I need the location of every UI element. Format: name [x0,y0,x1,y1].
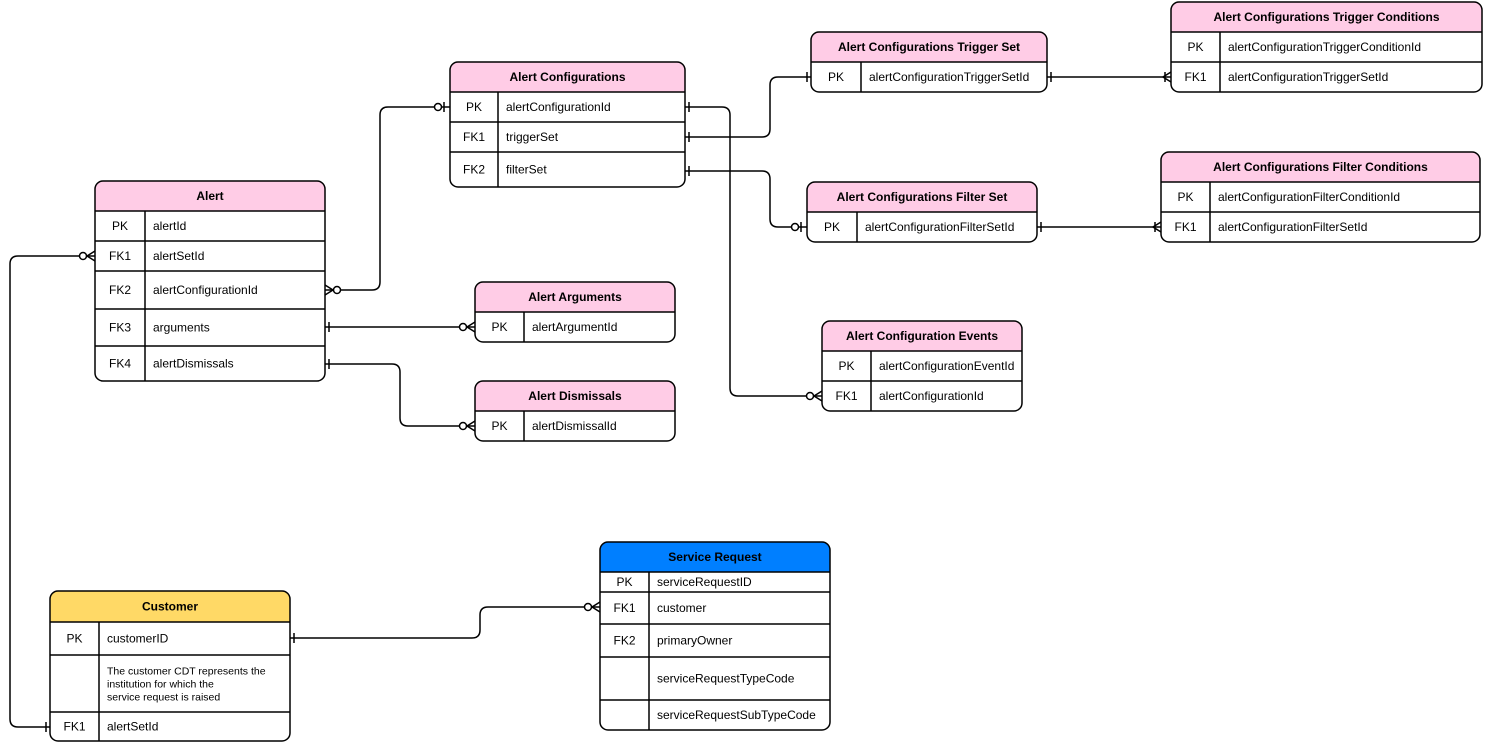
entity-title: Alert Configurations Filter Conditions [1213,160,1428,174]
key-label: FK2 [463,163,485,177]
key-label: PK [491,419,507,433]
field-name: alertConfigurationFilterConditionId [1218,190,1400,204]
field-name: triggerSet [506,130,559,144]
entity-title: Alert [196,189,223,203]
entity-alert-arguments[interactable]: Alert Arguments PK alertArgumentId [474,281,676,343]
relationship-connector[interactable] [290,601,601,643]
key-label: FK1 [463,130,485,144]
entity-title: Alert Arguments [528,290,622,304]
relationship-connector[interactable] [685,166,807,232]
entity-title: Alert Configurations Trigger Conditions [1214,10,1440,24]
key-label: PK [466,100,482,114]
key-label: FK3 [109,321,131,335]
entity-title: Alert Configurations [510,70,626,84]
key-label: FK1 [835,389,857,403]
field-name: alertDismissalId [532,419,617,433]
entity-title: Alert Dismissals [528,389,622,403]
entity-alert-configuration-events[interactable]: Alert Configuration Events PK alertConfigu… [821,320,1023,412]
field-name: serviceRequestTypeCode [657,672,795,686]
key-label: PK [112,219,128,233]
entity-filter-set[interactable]: Alert Configurations Filter Set PK alertCo… [806,181,1038,243]
key-label: PK [491,320,507,334]
field-name: filterSet [506,163,547,177]
entity-trigger-conditions[interactable]: Alert Configurations Trigger Conditions P… [1170,1,1483,93]
key-label: PK [66,632,82,646]
field-name: alertDismissals [153,357,234,371]
entity-alert[interactable]: Alert PK alertId FK1 alertSetId FK2 alertConfi… [94,180,326,382]
key-label: PK [828,70,844,84]
field-name: alertConfigurationId [879,389,984,403]
entity-alert-dismissals[interactable]: Alert Dismissals PK alertDismissalId [474,380,676,442]
entity-customer[interactable]: CustomerPK customerIDThe customer CDT rep… [49,590,291,742]
er-diagram-canvas: Alert PK alertId FK1 alertSetId FK2 alertConfi… [0,0,1492,742]
field-name: alertConfigurationTriggerSetId [869,70,1029,84]
relationship-connector[interactable] [325,321,476,333]
field-name: alertConfigurationId [153,283,258,297]
field-name: alertArgumentId [532,320,617,334]
key-label: PK [1177,190,1193,204]
key-label: FK1 [613,601,635,615]
field-name: alertConfigurationTriggerSetId [1228,70,1388,84]
relationship-connector[interactable] [685,102,823,402]
key-label: FK1 [109,249,131,263]
field-name: alertSetId [153,249,204,263]
field-name: alertConfigurationId [506,100,611,114]
field-name: primaryOwner [657,634,732,648]
key-label: PK [1187,40,1203,54]
relationship-connector[interactable] [324,102,450,296]
entity-title: Alert Configuration Events [846,329,998,343]
key-label: PK [616,575,632,589]
er-diagram: Alert PK alertId FK1 alertSetId FK2 alertConfi… [9,1,1483,742]
key-label: PK [824,220,840,234]
field-name: alertSetId [107,720,158,734]
key-label: FK4 [109,357,131,371]
field-name: customerID [107,632,169,646]
relationship-connector[interactable] [1047,71,1172,83]
relationship-connector[interactable] [325,359,476,432]
entity-title: Alert Configurations Trigger Set [838,40,1020,54]
key-label: PK [838,359,854,373]
entity-title: Alert Configurations Filter Set [837,190,1008,204]
entity-alert-configurations[interactable]: Alert Configurations PK alertConfiguration… [449,61,686,188]
field-name: alertId [153,219,186,233]
relationship-connector[interactable] [1037,221,1162,233]
field-name: customer [657,601,706,615]
field-name: alertConfigurationEventId [879,359,1014,373]
field-name: serviceRequestSubTypeCode [657,708,816,722]
entity-filter-conditions[interactable]: Alert Configurations Filter Conditions PK… [1160,151,1481,243]
field-name: arguments [153,321,210,335]
field-name: serviceRequestID [657,575,752,589]
key-label: FK2 [109,283,131,297]
entity-trigger-set[interactable]: Alert Configurations Trigger Set PK alertC… [810,31,1048,93]
entity-service-request[interactable]: Service Request PK serviceRequestID FK1 cust… [599,541,831,731]
field-name: alertConfigurationTriggerConditionId [1228,40,1421,54]
field-name: alertConfigurationFilterSetId [865,220,1014,234]
key-label: FK1 [63,720,85,734]
key-label: FK2 [613,634,635,648]
key-label: FK1 [1174,220,1196,234]
key-label: FK1 [1184,70,1206,84]
field-name: alertConfigurationFilterSetId [1218,220,1367,234]
entity-title: Service Request [668,550,761,564]
entity-title: Customer [142,600,198,614]
